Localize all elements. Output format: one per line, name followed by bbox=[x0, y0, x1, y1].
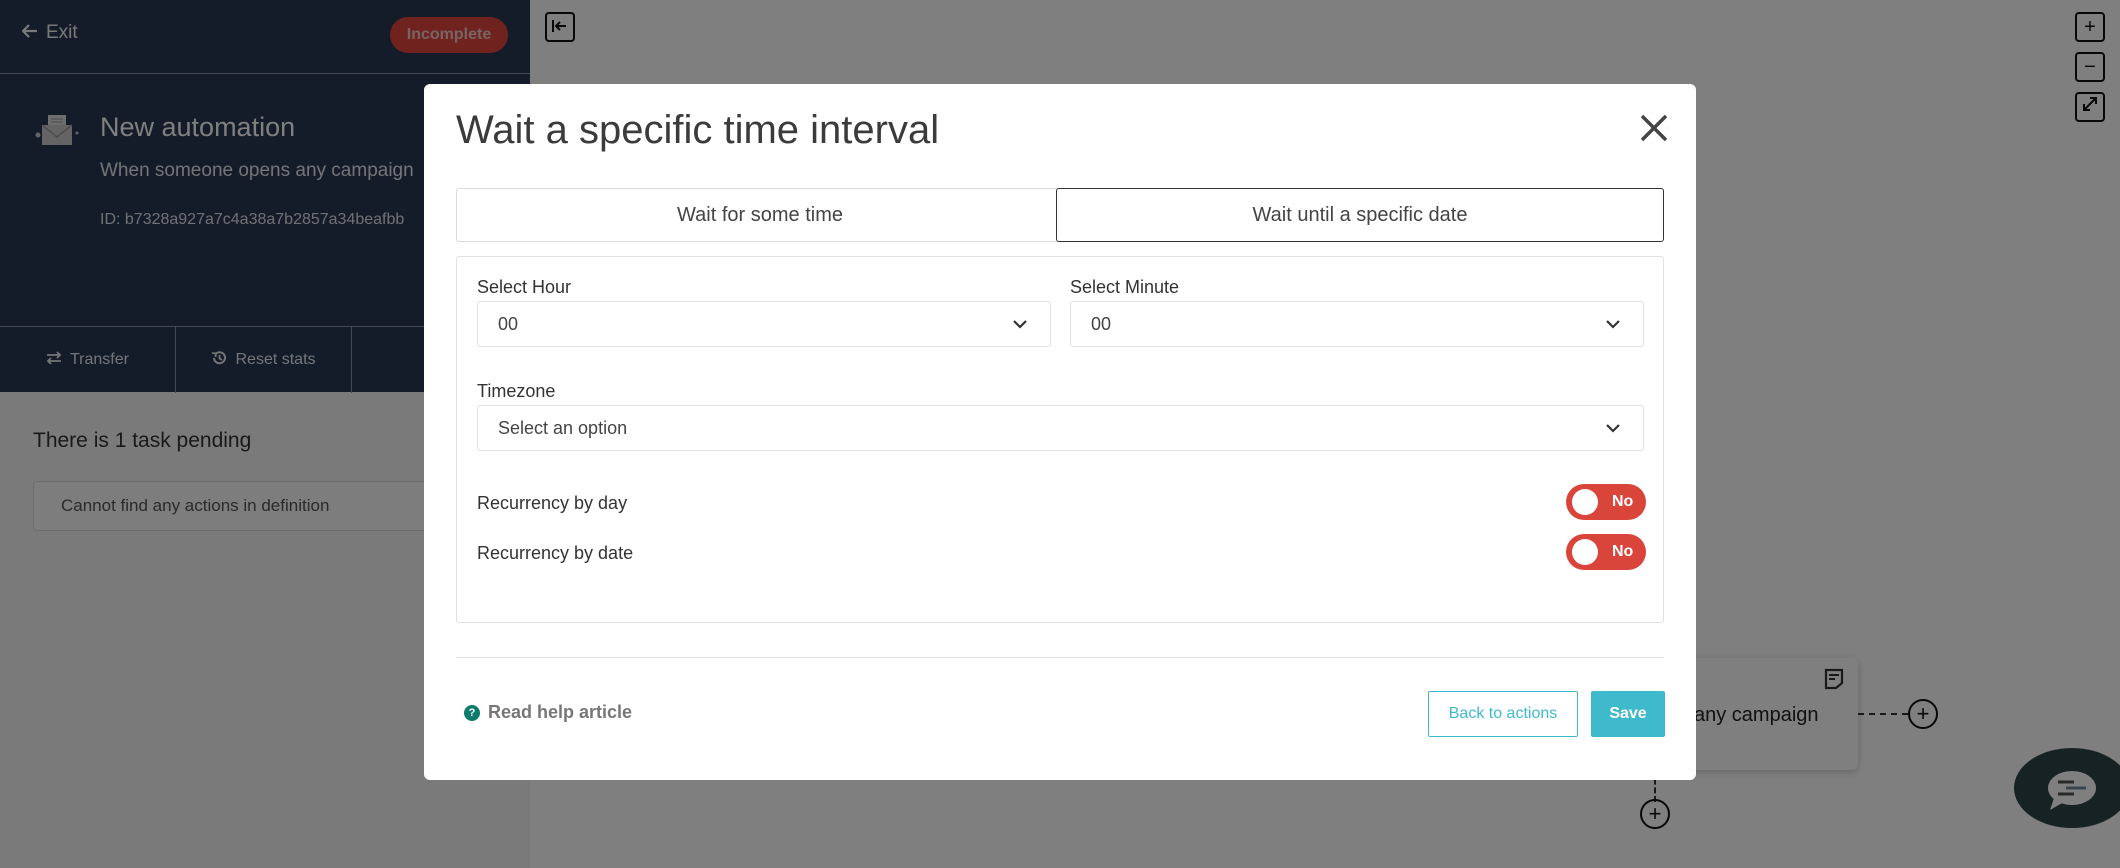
toggle-state: No bbox=[1612, 543, 1634, 560]
timezone-select[interactable]: Select an option bbox=[477, 405, 1644, 451]
wait-interval-modal: Wait a specific time interval Wait for s… bbox=[424, 84, 1696, 780]
save-button[interactable]: Save bbox=[1591, 691, 1665, 737]
timezone-label: Timezone bbox=[477, 381, 556, 401]
timezone-placeholder: Select an option bbox=[498, 417, 628, 438]
chevron-down-icon bbox=[1605, 316, 1621, 332]
close-icon bbox=[1634, 114, 1674, 152]
toggle-state: No bbox=[1612, 493, 1634, 510]
hour-value: 00 bbox=[498, 313, 519, 334]
recurrency-day-toggle[interactable]: No bbox=[1566, 484, 1646, 520]
footer-divider bbox=[456, 657, 1664, 658]
close-button[interactable] bbox=[1634, 108, 1674, 148]
modal-title: Wait a specific time interval bbox=[456, 108, 940, 152]
toggle-knob bbox=[1572, 489, 1598, 515]
tab-label: Wait until a specific date bbox=[1252, 203, 1468, 226]
back-to-actions-button[interactable]: Back to actions bbox=[1428, 691, 1578, 737]
tab-wait-until-date[interactable]: Wait until a specific date bbox=[1056, 188, 1664, 242]
recurrency-date-toggle[interactable]: No bbox=[1566, 534, 1646, 570]
hour-select[interactable]: 00 bbox=[477, 301, 1051, 347]
date-settings-panel: Select Hour 00 Select Minute 00 Timezone… bbox=[456, 256, 1664, 623]
minute-value: 00 bbox=[1091, 313, 1112, 334]
minute-label: Select Minute bbox=[1070, 277, 1180, 297]
toggle-knob bbox=[1572, 539, 1598, 565]
tab-label: Wait for some time bbox=[677, 203, 843, 226]
recurrency-day-label: Recurrency by day bbox=[477, 493, 628, 513]
chevron-down-icon bbox=[1012, 316, 1028, 332]
help-circle-icon: ? bbox=[464, 704, 480, 721]
read-help-article-link[interactable]: ? Read help article bbox=[464, 702, 632, 723]
recurrency-date-label: Recurrency by date bbox=[477, 543, 634, 563]
chevron-down-icon bbox=[1605, 420, 1621, 436]
help-link-label: Read help article bbox=[488, 702, 633, 722]
hour-label: Select Hour bbox=[477, 277, 572, 297]
minute-select[interactable]: 00 bbox=[1070, 301, 1644, 347]
tab-wait-for-some-time[interactable]: Wait for some time bbox=[456, 188, 1064, 242]
